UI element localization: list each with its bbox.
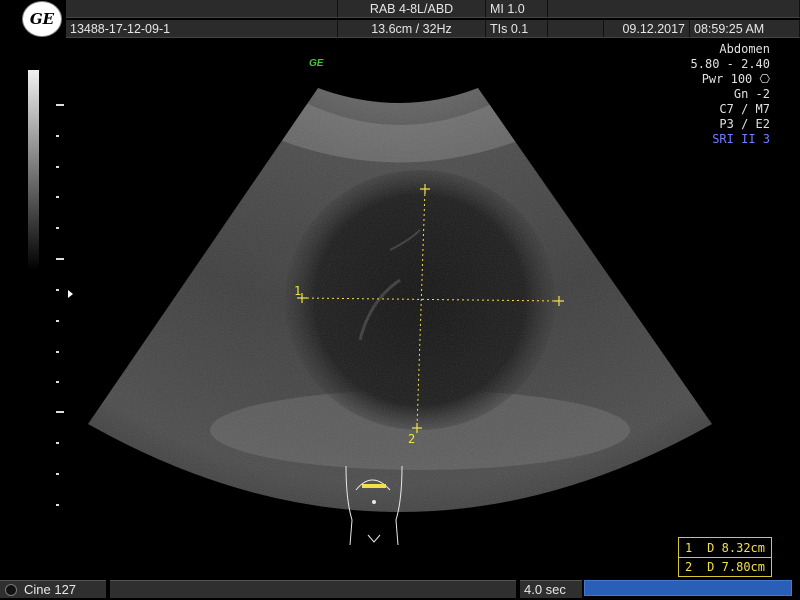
scan-sector bbox=[88, 88, 712, 512]
cine-progress-bar[interactable] bbox=[584, 580, 792, 596]
cine-duration: 4.0 sec bbox=[520, 580, 582, 598]
measurement-row: 1 D 8.32cm bbox=[685, 541, 765, 555]
measurement-results: 1 D 8.32cm 2 D 7.80cm bbox=[678, 537, 772, 577]
cine-scroll-track[interactable] bbox=[110, 580, 516, 598]
probe-position-marker bbox=[362, 484, 386, 488]
cine-counter[interactable]: Cine 127 bbox=[0, 580, 106, 598]
cine-icon bbox=[5, 584, 17, 596]
ultrasound-image[interactable] bbox=[0, 0, 800, 600]
caliper-label-1: 1 bbox=[294, 284, 302, 298]
measurement-row: 2 D 7.80cm bbox=[685, 560, 765, 574]
caliper-label-2: 2 bbox=[408, 432, 416, 446]
